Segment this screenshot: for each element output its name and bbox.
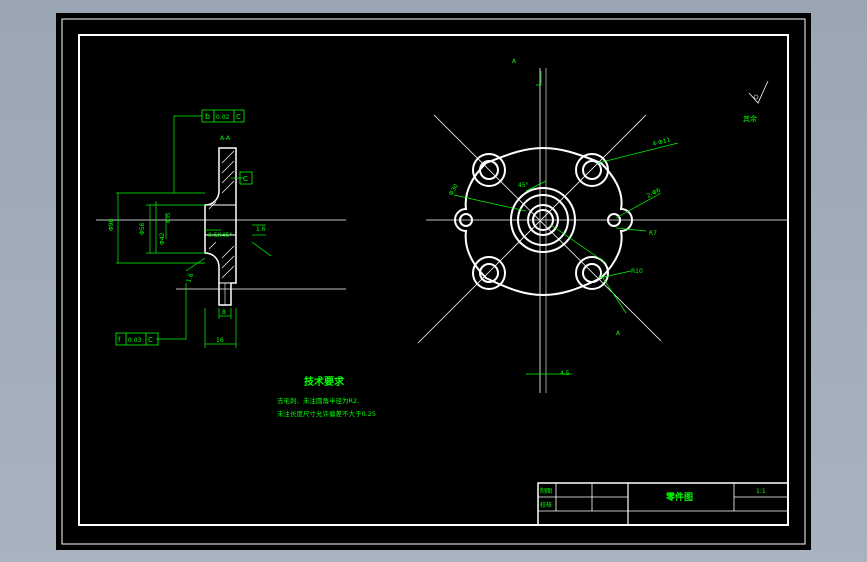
dim-left-r: 1.6	[185, 272, 195, 284]
dim-r: 1.6	[256, 226, 266, 233]
datum-box-label: C	[243, 175, 248, 183]
drawn-label: 制图	[540, 487, 552, 495]
section-view: b 0.02 C C f 0.03 C A-A Φ98 Φ56 Φ42 Φ35 …	[96, 109, 346, 348]
dim-t1: 8	[222, 309, 226, 316]
plan-view: A A 4-Φ11 2-Φ6 R7 R10 Φ30 45° 4.5	[417, 58, 788, 393]
dim-t2: 16	[216, 337, 224, 344]
tol-top-value: 0.02	[216, 114, 230, 121]
tolerance-frame-top: b 0.02 C	[201, 109, 245, 123]
tol-bottom-symbol: f	[118, 336, 121, 344]
scale: 1:1	[756, 488, 766, 495]
r-label2: R10	[631, 268, 643, 275]
notes-line-1: 去毛刺、未注圆角半径为R2.	[277, 396, 359, 405]
tolerance-frame-bottom: f 0.03 C	[115, 332, 159, 346]
r-label: R7	[649, 230, 657, 237]
checked-label: 校核	[540, 501, 552, 509]
notes-line-2: 未注长度尺寸允许偏差不大于0.25	[277, 409, 376, 418]
cad-drawing: b 0.02 C C f 0.03 C A-A Φ98 Φ56 Φ42 Φ35 …	[61, 18, 806, 545]
thread-label: 2-Φ6	[646, 187, 662, 200]
dim-d2: Φ56	[139, 222, 146, 235]
outer-border	[61, 18, 806, 545]
width-label: 4.5	[560, 370, 570, 377]
center-mark: A	[512, 58, 517, 65]
dim-d3: Φ42	[159, 232, 166, 245]
notes-title: 技术要求	[304, 375, 345, 388]
tol-top-symbol: b	[205, 112, 210, 121]
surface-note: 其余	[743, 114, 757, 123]
technical-notes: 技术要求 去毛刺、未注圆角半径为R2. 未注长度尺寸允许偏差不大于0.25	[277, 375, 376, 418]
tol-top-datum: C	[236, 113, 241, 121]
title-block: 制图 校核 零件图 1:1	[537, 482, 789, 526]
part-name: 零件图	[665, 491, 693, 503]
tol-bottom-value: 0.03	[128, 337, 142, 344]
angle-label: 45°	[518, 182, 529, 189]
holes-label: 4-Φ11	[652, 136, 672, 148]
bottom-mark: A	[616, 330, 621, 337]
dim-d4: Φ35	[166, 213, 172, 223]
bore-label: Φ30	[448, 183, 460, 197]
section-label: A-A	[220, 135, 231, 142]
tol-bottom-datum: C	[148, 336, 153, 344]
dim-chamfer: 0.5X45°	[208, 232, 232, 239]
surface-finish-symbol: 其余	[743, 80, 769, 123]
dim-d1: Φ98	[108, 218, 115, 231]
drawing-canvas: b 0.02 C C f 0.03 C A-A Φ98 Φ56 Φ42 Φ35 …	[56, 13, 811, 550]
